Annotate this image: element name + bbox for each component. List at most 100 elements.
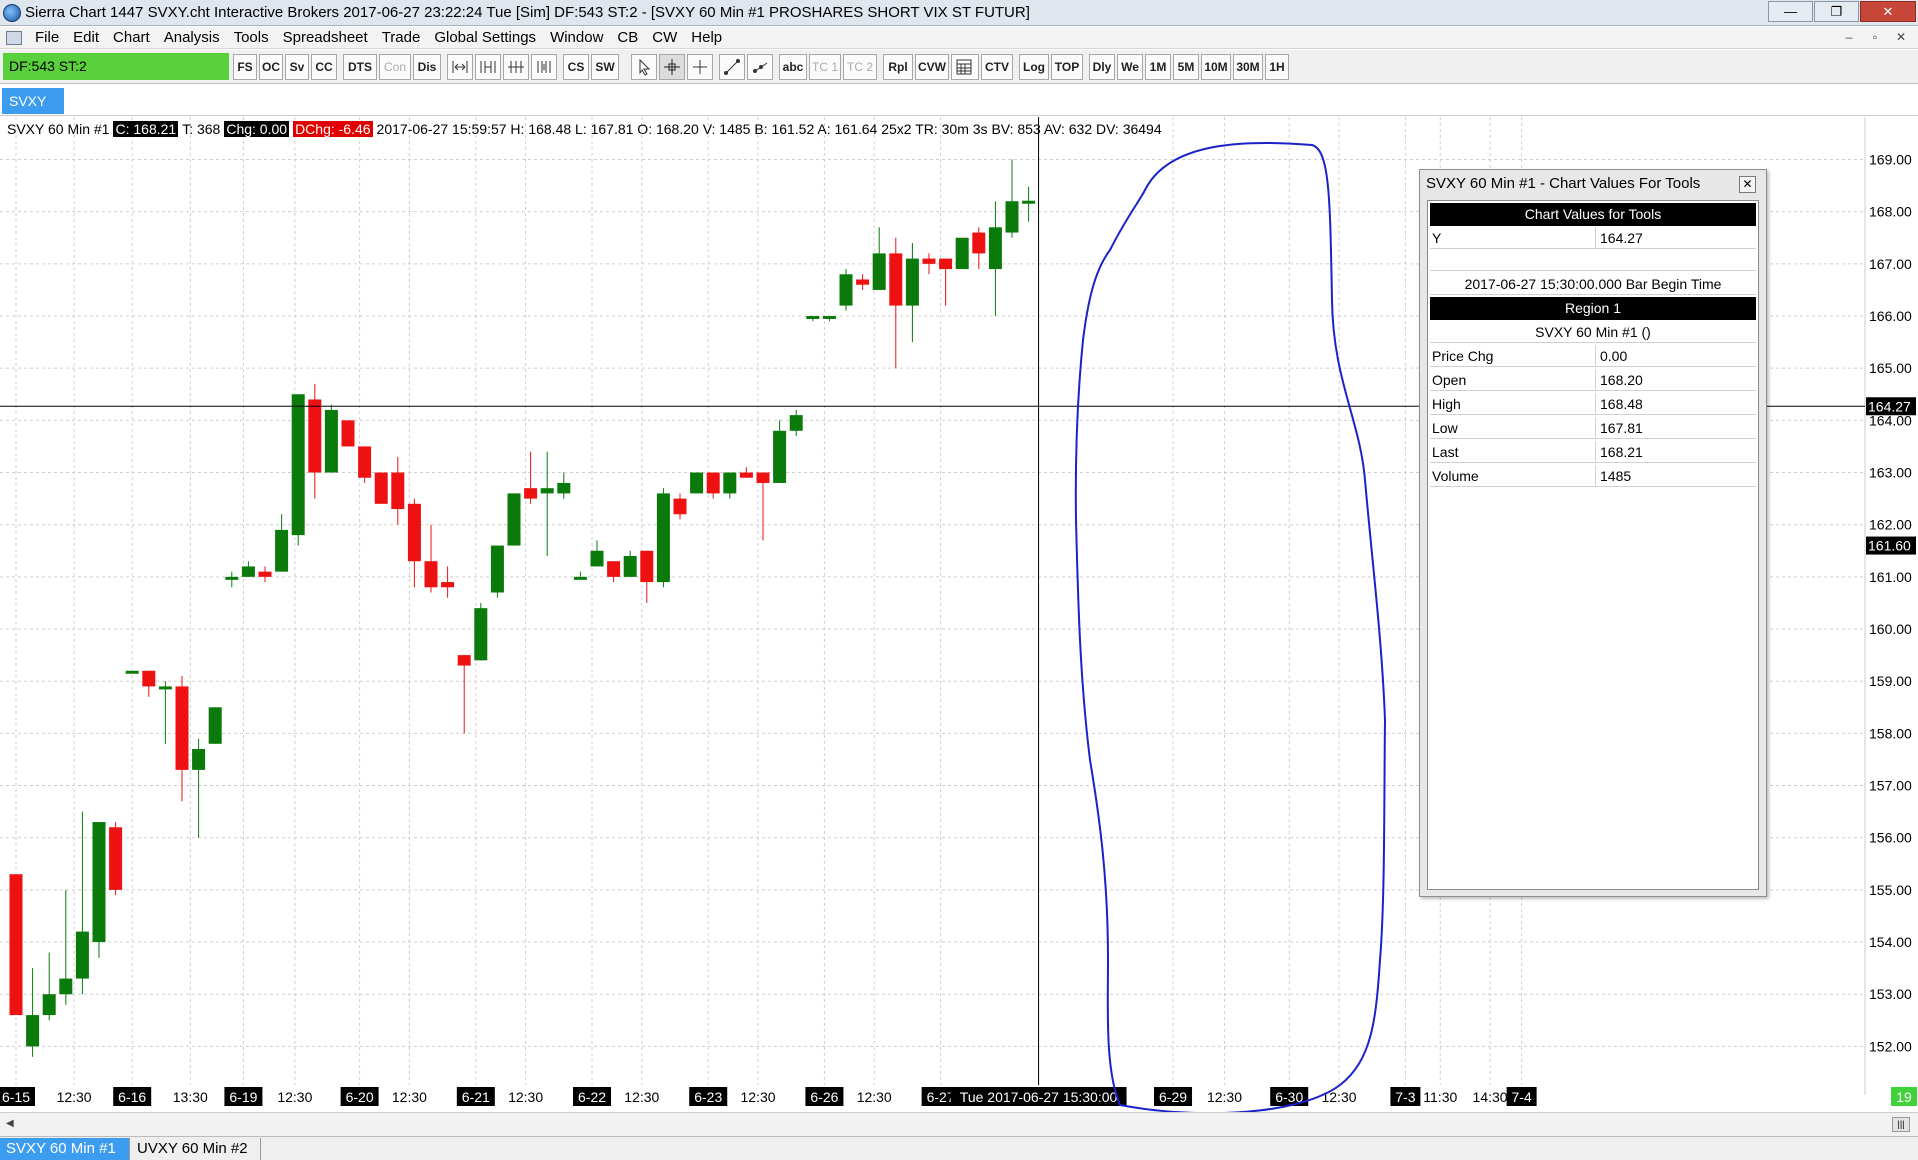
cursor-cross-icon[interactable] xyxy=(687,54,713,80)
y-tick-label: 160.00 xyxy=(1869,621,1912,637)
cvw-button[interactable]: CVW xyxy=(915,54,949,80)
menu-file[interactable]: File xyxy=(28,29,66,46)
sv-button[interactable]: Sv xyxy=(285,54,309,80)
candle-body xyxy=(640,550,654,583)
candle-body xyxy=(490,545,504,593)
replay-button[interactable]: Rpl xyxy=(883,54,913,80)
text-tool-button[interactable]: abc xyxy=(779,54,807,80)
dts-button[interactable]: DTS xyxy=(343,54,377,80)
menu-chart[interactable]: Chart xyxy=(106,29,157,46)
5m-button[interactable]: 5M xyxy=(1173,54,1199,80)
cs-button[interactable]: CS xyxy=(563,54,589,80)
panel-row: Volume 1485 xyxy=(1430,465,1756,487)
menu-window[interactable]: Window xyxy=(543,29,610,46)
menu-global-settings[interactable]: Global Settings xyxy=(427,29,543,46)
mdi-minimize-button[interactable]: – xyxy=(1838,29,1860,46)
zoom-out-icon[interactable] xyxy=(531,54,557,80)
x-tick-label: 13:30 xyxy=(173,1089,208,1105)
toolbar: DF:543 ST:2 FS OC Sv CC DTS Con Dis CS S… xyxy=(0,50,1918,84)
menu-edit[interactable]: Edit xyxy=(66,29,106,46)
mdi-restore-button[interactable]: ▫ xyxy=(1864,29,1886,46)
dis-button[interactable]: Dis xyxy=(413,54,441,80)
menu-spreadsheet[interactable]: Spreadsheet xyxy=(276,29,375,46)
y-tick-label: 162.00 xyxy=(1869,517,1912,533)
crosshair-icon[interactable] xyxy=(659,54,685,80)
ray-tool-icon[interactable] xyxy=(747,54,773,80)
30m-button[interactable]: 30M xyxy=(1233,54,1263,80)
menu-cb[interactable]: CB xyxy=(610,29,645,46)
candle-body xyxy=(507,493,521,546)
data-feed-status: DF:543 ST:2 xyxy=(3,53,229,80)
x-tick-label: 12:30 xyxy=(740,1089,775,1105)
document-icon[interactable] xyxy=(6,30,22,45)
scroll-left-icon[interactable]: ◀ xyxy=(6,1118,14,1129)
menu-help[interactable]: Help xyxy=(684,29,729,46)
ctv-button[interactable]: CTV xyxy=(981,54,1013,80)
menu-cw[interactable]: CW xyxy=(645,29,684,46)
panel-row: Last 168.21 xyxy=(1430,441,1756,463)
menu-tools[interactable]: Tools xyxy=(227,29,276,46)
candle-body xyxy=(939,258,953,270)
status-trades: T: 368 xyxy=(182,121,221,137)
weekly-button[interactable]: We xyxy=(1117,54,1143,80)
panel-key: High xyxy=(1432,393,1596,415)
candle-body xyxy=(839,274,853,306)
chart-tab-svxy[interactable]: SVXY xyxy=(2,88,64,114)
x-tick-label: 6-22 xyxy=(578,1089,606,1105)
minimize-button[interactable]: — xyxy=(1768,1,1813,22)
menu-analysis[interactable]: Analysis xyxy=(157,29,227,46)
chart-tab-uvxy-60min[interactable]: UVXY 60 Min #2 xyxy=(131,1138,261,1160)
panel-value: 168.48 xyxy=(1600,396,1643,412)
y-tick-label: 167.00 xyxy=(1869,256,1912,272)
calculator-icon[interactable] xyxy=(951,54,979,80)
bar-spacing-icon[interactable] xyxy=(447,54,473,80)
bar-width-icon[interactable] xyxy=(475,54,501,80)
horizontal-scrollbar[interactable]: ◀ ||| xyxy=(0,1112,1918,1136)
status-dchg: DChg: -6.46 xyxy=(293,121,373,137)
log-button[interactable]: Log xyxy=(1019,54,1049,80)
candle-body xyxy=(955,237,969,270)
status-details: 2017-06-27 15:59:57 H: 168.48 L: 167.81 … xyxy=(376,121,1162,137)
close-button[interactable]: ✕ xyxy=(1860,1,1916,22)
candle-body xyxy=(308,399,322,473)
daily-button[interactable]: Dly xyxy=(1089,54,1115,80)
pointer-icon[interactable] xyxy=(631,54,657,80)
chart-values-panel[interactable]: SVXY 60 Min #1 - Chart Values For Tools … xyxy=(1419,169,1767,897)
tc1-button[interactable]: TC 1 xyxy=(809,54,841,80)
panel-close-icon[interactable]: ✕ xyxy=(1739,176,1756,193)
10m-button[interactable]: 10M xyxy=(1201,54,1231,80)
panel-blank-row xyxy=(1430,249,1756,271)
chart-tab-svxy-60min[interactable]: SVXY 60 Min #1 xyxy=(0,1138,130,1160)
panel-header: Chart Values for Tools xyxy=(1430,203,1756,226)
menu-trade[interactable]: Trade xyxy=(375,29,428,46)
candle-body xyxy=(673,498,687,515)
x-tick-label: 6-16 xyxy=(118,1089,146,1105)
1m-button[interactable]: 1M xyxy=(1145,54,1171,80)
y-tick-label: 154.00 xyxy=(1869,934,1912,950)
candle-body xyxy=(241,566,255,577)
mdi-close-button[interactable]: ✕ xyxy=(1890,29,1912,46)
x-tick-label: 14:30 xyxy=(1473,1089,1508,1105)
tc2-button[interactable]: TC 2 xyxy=(843,54,877,80)
candle-body xyxy=(457,655,471,666)
x-tick-label: 6-20 xyxy=(346,1089,374,1105)
oc-button[interactable]: OC xyxy=(259,54,283,80)
fs-button[interactable]: FS xyxy=(233,54,257,80)
zoom-in-icon[interactable] xyxy=(503,54,529,80)
maximize-button[interactable]: ❐ xyxy=(1814,1,1859,22)
con-button[interactable]: Con xyxy=(379,54,411,80)
cc-button[interactable]: CC xyxy=(311,54,337,80)
panel-key: Open xyxy=(1432,369,1596,391)
scroll-thumb[interactable]: ||| xyxy=(1892,1117,1910,1132)
top-button[interactable]: TOP xyxy=(1051,54,1083,80)
candle-body xyxy=(125,670,139,674)
candle-body xyxy=(540,488,554,494)
candle-body xyxy=(1005,201,1019,233)
candle-body xyxy=(856,279,870,285)
candle-body xyxy=(557,482,571,494)
line-tool-icon[interactable] xyxy=(719,54,745,80)
sw-button[interactable]: SW xyxy=(591,54,619,80)
candle-body xyxy=(972,232,986,254)
x-tick-label: 12:30 xyxy=(508,1089,543,1105)
1h-button[interactable]: 1H xyxy=(1265,54,1289,80)
